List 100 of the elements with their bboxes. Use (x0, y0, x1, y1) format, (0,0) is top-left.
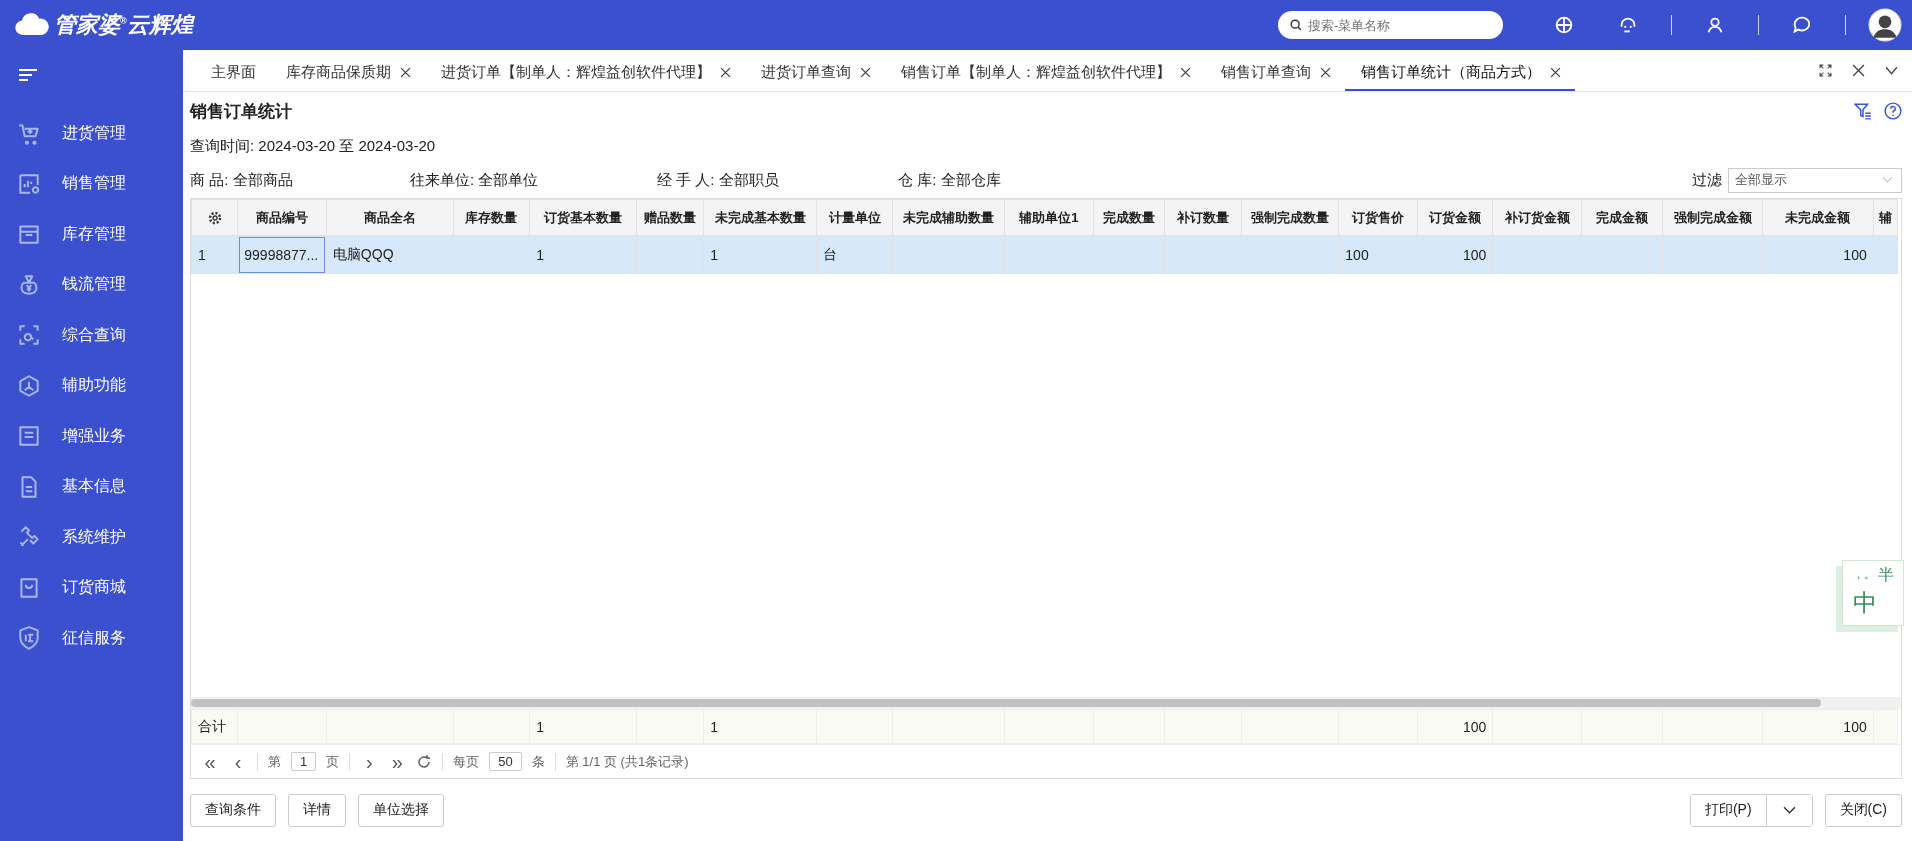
table-cell: 99998877... (244, 246, 319, 263)
total-cell: 100 (1462, 718, 1487, 735)
table-row[interactable]: 1 99998877... 电脑QQQ 1 1 台 100 100 100 (191, 235, 1898, 274)
next-page-button[interactable]: › (360, 751, 379, 772)
tab[interactable]: 进货订单【制单人：辉煌益创软件代理】 (425, 55, 745, 91)
column-header[interactable]: 订货基本数量 (529, 199, 637, 236)
total-cell: 合计 (198, 717, 226, 734)
grid-icon[interactable] (1553, 14, 1575, 36)
sidebar-item[interactable]: 征信服务 (0, 613, 183, 664)
filter-dropdown[interactable]: 全部显示 (1728, 167, 1902, 193)
table-cell: 电脑QQQ (332, 245, 394, 262)
close-icon[interactable] (1180, 66, 1191, 78)
expand-icon[interactable] (1819, 64, 1832, 77)
tab[interactable]: 进货订单查询 (745, 55, 885, 91)
table-cell: 1 (710, 246, 719, 263)
refresh-icon[interactable] (416, 753, 433, 770)
filter-text: 仓 库: 全部仓库 (898, 170, 1001, 190)
close-icon[interactable] (1550, 66, 1561, 78)
help-icon[interactable] (1884, 102, 1902, 120)
close-button[interactable]: 关闭(C) (1824, 793, 1902, 827)
filter-text: 往来单位: 全部单位 (410, 170, 540, 190)
close-icon[interactable] (1852, 64, 1865, 77)
search-icon (1289, 18, 1303, 32)
column-header[interactable]: 订货售价 (1338, 199, 1418, 236)
column-header[interactable]: 商品编号 (237, 199, 327, 236)
column-header[interactable]: 完成数量 (1093, 199, 1165, 236)
sidebar-item[interactable]: 辅助功能 (0, 360, 183, 411)
page-label: 页 (326, 752, 340, 771)
table-cell: 台 (823, 245, 837, 262)
total-cell: 100 (1843, 718, 1867, 735)
column-header[interactable]: 辅助单位1 (1004, 199, 1094, 236)
page-title: 销售订单统计 (190, 100, 292, 123)
filter-label: 过滤 (1692, 170, 1722, 190)
page-info-text: 第 1/1 页 (共1条记录) (565, 752, 689, 771)
horizontal-scrollbar[interactable] (191, 697, 1901, 709)
chat-icon[interactable] (1791, 14, 1813, 36)
column-header[interactable]: 完成金额 (1581, 199, 1663, 236)
close-icon[interactable] (720, 66, 731, 78)
column-header[interactable]: 强制完成金额 (1662, 199, 1763, 236)
close-icon[interactable] (860, 66, 871, 78)
close-icon[interactable] (400, 66, 411, 78)
previous-page-button[interactable]: ‹ (229, 751, 247, 772)
page-size-label: 每页 (453, 752, 480, 771)
column-header[interactable]: 库存数量 (453, 199, 530, 236)
page-size-label: 条 (531, 752, 545, 771)
column-header[interactable]: 补订数量 (1164, 199, 1242, 236)
sidebar-item[interactable]: 增强业务 (0, 411, 183, 462)
tab[interactable]: 销售订单【制单人：辉煌益创软件代理】 (885, 55, 1205, 91)
search-field[interactable]: 搜索-菜单名称 (1278, 11, 1503, 39)
first-page-button[interactable]: « (201, 751, 219, 772)
filter-text: 商 品: 全部商品 (190, 170, 294, 190)
sidebar-item[interactable]: 钱流管理 (0, 259, 183, 310)
column-header[interactable]: 强制完成数量 (1241, 199, 1339, 236)
sidebar-item[interactable]: 销售管理 (0, 158, 183, 209)
sidebar-item[interactable]: 订货商城 (0, 562, 183, 613)
table-cell: 100 (1345, 246, 1369, 263)
settings-icon[interactable] (206, 209, 223, 226)
hexagon-icon (16, 372, 42, 399)
page-label: 第 (268, 752, 281, 771)
sidebar-item[interactable]: 基本信息 (0, 461, 183, 512)
menu-icon[interactable] (18, 68, 38, 82)
avatar-icon[interactable] (1868, 8, 1902, 42)
column-header[interactable]: 未完成金额 (1762, 199, 1874, 236)
filter-icon[interactable] (1854, 102, 1872, 120)
column-header[interactable]: 赠品数量 (636, 199, 704, 236)
shield-icon (16, 625, 42, 652)
page-number-field[interactable]: 1 (291, 752, 317, 771)
tab[interactable]: 库存商品保质期 (270, 55, 425, 91)
column-header[interactable]: 订货金额 (1417, 199, 1493, 236)
column-header[interactable]: 计量单位 (816, 199, 893, 236)
total-cell: 1 (710, 718, 719, 735)
table-cell: 100 (1843, 246, 1867, 263)
caret-icon[interactable] (1885, 64, 1898, 77)
brand-logo-text: 管家婆$^{®}$云辉煌 (54, 11, 193, 39)
query-time-text: 查询时间: 2024-03-20 至 2024-03-20 (190, 136, 437, 156)
column-header[interactable] (191, 199, 238, 236)
page-size-field[interactable]: 50 (489, 752, 522, 771)
action-button[interactable]: 查询条件 (190, 793, 276, 827)
table-cell: 100 (1462, 246, 1487, 263)
column-header[interactable]: 辅 (1873, 199, 1898, 236)
tab[interactable]: 销售订单查询 (1205, 55, 1345, 91)
cloud-logo-icon (14, 13, 50, 37)
sidebar-item[interactable]: 库存管理 (0, 209, 183, 260)
tab[interactable]: 主界面 (195, 55, 270, 91)
column-header[interactable]: 补订货金额 (1492, 199, 1582, 236)
action-button[interactable]: 单位选择 (358, 793, 444, 827)
total-cell: 1 (536, 718, 544, 735)
sidebar-item[interactable]: 进货管理 (0, 108, 183, 159)
action-button[interactable]: 详情 (288, 793, 346, 827)
sidebar-item[interactable]: 系统维护 (0, 512, 183, 563)
table-cell: 1 (198, 246, 206, 263)
close-icon[interactable] (1320, 66, 1331, 78)
caret-icon (1782, 806, 1796, 815)
column-header[interactable]: 商品全名 (326, 199, 454, 236)
caret-icon (1882, 176, 1893, 184)
filter-text: 经 手 人: 全部职员 (657, 170, 780, 190)
last-page-button[interactable]: » (388, 751, 407, 772)
column-header[interactable]: 未完成基本数量 (703, 199, 817, 236)
sidebar-item[interactable]: 综合查询 (0, 310, 183, 361)
column-header[interactable]: 未完成辅助数量 (892, 199, 1005, 236)
